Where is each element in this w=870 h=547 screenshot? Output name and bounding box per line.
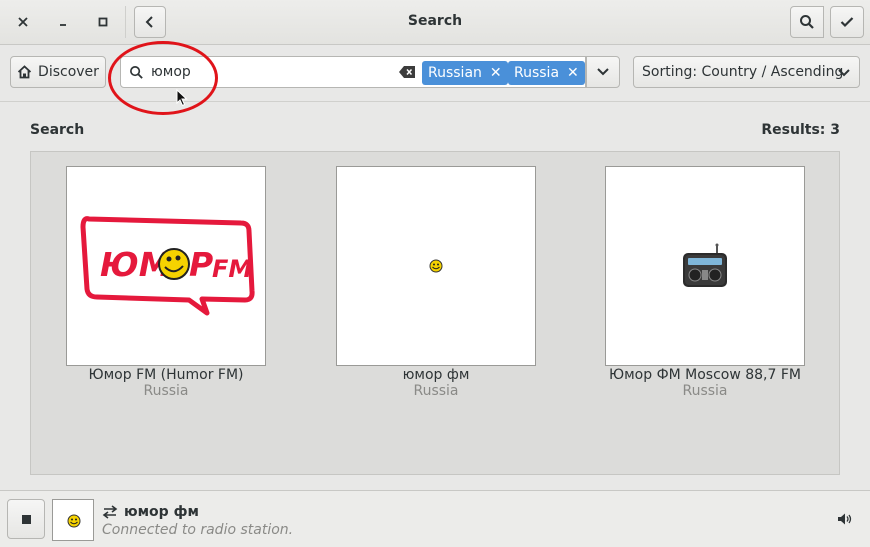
window-title: Search: [407, 13, 463, 29]
station-card[interactable]: ЮМ P FM Юмор FM (Humor FM) Russia: [66, 166, 266, 399]
filter-menu-button[interactable]: [586, 56, 620, 88]
station-logo: [336, 166, 536, 366]
station-country: Russia: [143, 383, 189, 399]
highlight-ring: [108, 41, 218, 115]
logo-text-part2: P: [189, 245, 213, 284]
header-bar: Search: [0, 0, 870, 45]
radio-icon: [683, 243, 727, 287]
results-count: Results: 3: [761, 122, 840, 138]
filter-tag-country[interactable]: Russia ✕: [508, 61, 585, 85]
checkmark-icon: [840, 17, 854, 28]
stop-button[interactable]: [7, 499, 45, 539]
filter-tag-language[interactable]: Russian ✕: [422, 61, 508, 85]
tag-label: Russia: [514, 65, 560, 81]
station-name: Юмор FM (Humor FM): [88, 367, 244, 383]
section-title: Search: [30, 122, 85, 138]
logo-text-part3: FM: [212, 255, 252, 283]
station-name: Юмор ФМ Moscow 88,7 FM: [608, 367, 801, 383]
station-country: Russia: [413, 383, 459, 399]
player-bar: юмор фм Connected to radio station.: [0, 490, 870, 547]
station-logo: ЮМ P FM: [66, 166, 266, 366]
chevron-down-icon: [597, 68, 609, 76]
discover-button[interactable]: Discover: [10, 56, 106, 88]
now-playing-name: юмор фм: [124, 504, 199, 520]
smiley-icon: [429, 259, 443, 273]
station-country: Russia: [682, 383, 728, 399]
volume-icon[interactable]: [837, 512, 853, 526]
station-logo: [605, 166, 805, 366]
smiley-icon: [67, 514, 81, 528]
discover-label: Discover: [38, 64, 99, 80]
now-playing-status: Connected to radio station.: [102, 522, 294, 538]
station-card[interactable]: юмор фм Russia: [336, 166, 536, 399]
humor-fm-logo: ЮМ P FM: [80, 216, 255, 316]
station-name: юмор фм: [402, 367, 470, 383]
search-icon: [800, 15, 814, 29]
tag-label: Russian: [428, 65, 482, 81]
select-button[interactable]: [830, 6, 864, 38]
sorting-dropdown[interactable]: Sorting: Country / Ascending: [633, 56, 860, 88]
search-toggle-button[interactable]: [790, 6, 824, 38]
mouse-cursor-icon: [176, 89, 188, 107]
sorting-label: Sorting: Country / Ascending: [642, 64, 844, 80]
station-card[interactable]: Юмор ФМ Moscow 88,7 FM Russia: [605, 166, 805, 399]
home-icon: [17, 65, 32, 79]
remove-tag-icon[interactable]: ✕: [567, 65, 579, 81]
chevron-down-icon: [838, 69, 850, 77]
stop-icon: [21, 514, 31, 524]
now-playing-logo: [52, 499, 94, 541]
remove-tag-icon[interactable]: ✕: [490, 65, 502, 81]
clear-text-icon[interactable]: [399, 66, 415, 78]
swap-arrows-icon: [102, 505, 118, 519]
